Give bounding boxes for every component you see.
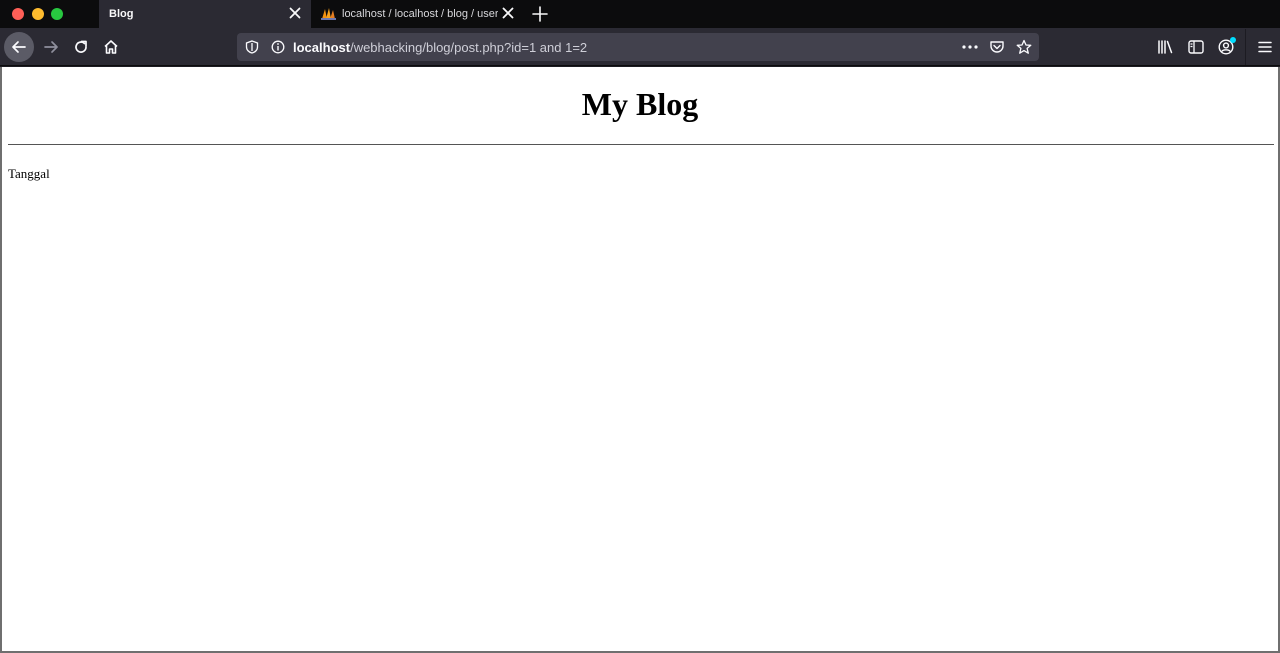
account-button[interactable] (1211, 32, 1241, 62)
minimize-window-button[interactable] (32, 8, 44, 20)
close-icon[interactable] (501, 6, 515, 20)
phpmyadmin-icon (321, 8, 336, 20)
notification-dot (1230, 37, 1236, 43)
more-dots-icon[interactable] (961, 38, 979, 56)
tab-blog[interactable]: Blog (99, 0, 311, 28)
close-icon[interactable] (288, 6, 302, 20)
new-tab-icon[interactable] (530, 4, 550, 24)
tab-strip: Blog localhost / localhost / blog / user… (0, 0, 1280, 28)
reload-button[interactable] (66, 32, 96, 62)
hamburger-menu-icon (1258, 41, 1272, 53)
toolbar-divider (1245, 29, 1246, 65)
tab-phpmyadmin[interactable]: localhost / localhost / blog / users | p… (312, 0, 524, 28)
info-icon[interactable] (271, 40, 285, 54)
library-icon (1158, 40, 1173, 54)
sidebar-icon (1188, 40, 1204, 54)
url-text[interactable]: localhost/webhacking/blog/post.php?id=1 … (293, 40, 587, 55)
shield-icon[interactable] (245, 40, 259, 54)
url-host: localhost (293, 40, 351, 55)
back-button[interactable] (4, 32, 34, 62)
address-bar[interactable]: localhost/webhacking/blog/post.php?id=1 … (237, 33, 1039, 61)
navigation-toolbar: localhost/webhacking/blog/post.php?id=1 … (0, 28, 1280, 66)
star-icon[interactable] (1015, 38, 1033, 56)
forward-arrow-icon (44, 41, 58, 53)
tab-title: Blog (109, 8, 134, 20)
reload-icon (75, 40, 87, 53)
pocket-icon[interactable] (988, 38, 1006, 56)
horizontal-rule (8, 144, 1274, 145)
home-button[interactable] (96, 32, 126, 62)
post-date-label: Tanggal (8, 166, 50, 181)
menu-button[interactable] (1250, 32, 1280, 62)
tab-title: localhost / localhost / blog / users | p… (342, 8, 498, 20)
back-arrow-icon (12, 41, 26, 53)
library-button[interactable] (1151, 32, 1181, 62)
home-icon (104, 40, 118, 54)
close-window-button[interactable] (12, 8, 24, 20)
web-content: My Blog Tanggal (2, 67, 1278, 651)
sidebar-button[interactable] (1181, 32, 1211, 62)
page-title: My Blog (581, 86, 699, 122)
page-body: My Blog Tanggal (2, 86, 1278, 182)
forward-button[interactable] (36, 32, 66, 62)
zoom-window-button[interactable] (51, 8, 63, 20)
url-path: /webhacking/blog/post.php?id=1 and 1=2 (350, 40, 588, 55)
